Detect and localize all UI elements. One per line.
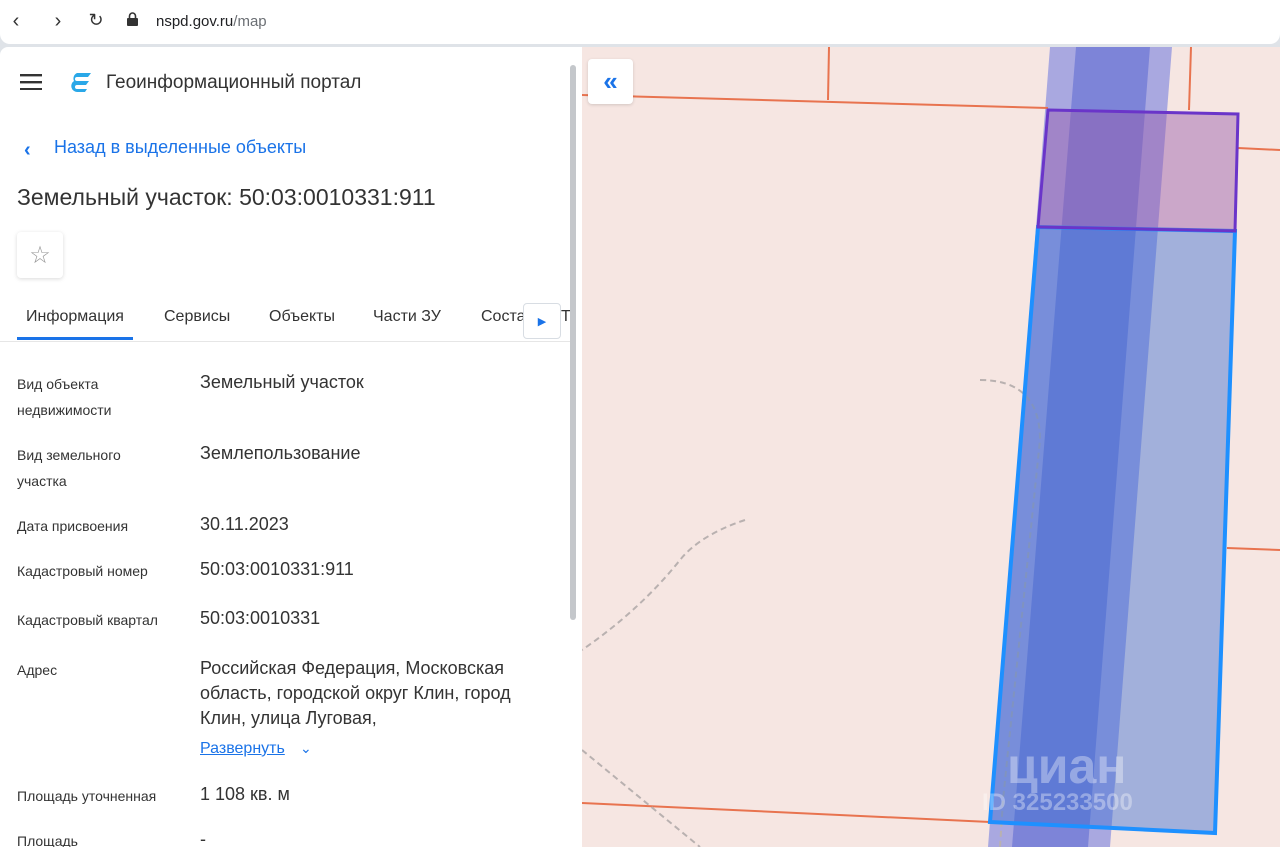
panel-scrollbar[interactable]: [570, 65, 576, 620]
field-value: 50:03:0010331: [200, 608, 321, 628]
map-view[interactable]: « циан ID 325233500: [582, 47, 1280, 847]
field-label: Адрес: [17, 662, 58, 678]
field-value-address: Российская Федерация, Московская область…: [200, 658, 511, 728]
field-label: Дата присвоения: [17, 518, 129, 534]
tabs-scroll-right-button[interactable]: ▶: [523, 303, 561, 339]
field-value: Землепользование: [200, 443, 361, 463]
watermark-brand: циан: [1007, 738, 1127, 794]
collapse-panel-button[interactable]: «: [588, 59, 633, 104]
browser-toolbar: ‹ › ↻ nspd.gov.ru/map: [0, 0, 1280, 44]
caret-right-icon: ▶: [537, 315, 547, 328]
info-panel: Геоинформационный портал ‹ Назад в выдел…: [0, 47, 582, 847]
field-label: Площадь: [17, 833, 78, 847]
forward-nav-icon[interactable]: ›: [46, 10, 70, 33]
tab-parts[interactable]: Части ЗУ: [373, 308, 441, 326]
field-label: Площадь уточненная: [17, 788, 157, 804]
url-host: nspd.gov.ru: [156, 13, 234, 30]
star-icon: ☆: [29, 241, 51, 269]
field-label: Кадастровый квартал: [17, 612, 158, 628]
map-canvas: [582, 47, 1280, 847]
back-nav-icon[interactable]: ‹: [4, 10, 28, 33]
menu-icon[interactable]: [20, 74, 42, 95]
chevron-down-icon[interactable]: ⌄: [300, 740, 312, 757]
field-value: 1 108 кв. м: [200, 784, 290, 804]
double-chevron-left-icon: «: [603, 66, 618, 96]
page-title: Земельный участок: 50:03:0010331:911: [17, 184, 436, 210]
field-label: Вид объекта недвижимости: [17, 376, 112, 418]
tab-composition[interactable]: Соста: [481, 308, 526, 326]
chevron-left-icon[interactable]: ‹: [24, 139, 31, 162]
portal-title: Геоинформационный портал: [106, 72, 362, 93]
tab-objects[interactable]: Объекты: [269, 308, 335, 326]
field-value: 30.11.2023: [200, 514, 289, 534]
address-bar[interactable]: nspd.gov.ru/map: [156, 13, 267, 30]
portal-logo-icon: [71, 71, 93, 98]
reload-icon[interactable]: ↻: [84, 10, 108, 31]
selected-parcel-polygon[interactable]: [1036, 108, 1240, 233]
tab-information[interactable]: Информация: [17, 308, 133, 340]
expand-address-link[interactable]: Развернуть: [200, 740, 285, 758]
field-value: -: [200, 829, 206, 847]
back-to-selected-link[interactable]: Назад в выделенные объекты: [54, 137, 306, 158]
tab-bar: Информация Сервисы Объекты Части ЗУ Сост…: [0, 297, 571, 342]
tab-services[interactable]: Сервисы: [164, 308, 230, 326]
lock-icon: [127, 12, 138, 26]
field-value: Земельный участок: [200, 372, 364, 392]
field-label: Вид земельного участка: [17, 447, 121, 489]
favorite-button[interactable]: ☆: [17, 232, 63, 278]
field-label: Кадастровый номер: [17, 563, 148, 579]
path-lines: [582, 379, 1042, 847]
url-path: /map: [233, 13, 267, 30]
watermark-id: ID 325233500: [982, 789, 1133, 816]
field-value: 50:03:0010331:911: [200, 559, 354, 579]
